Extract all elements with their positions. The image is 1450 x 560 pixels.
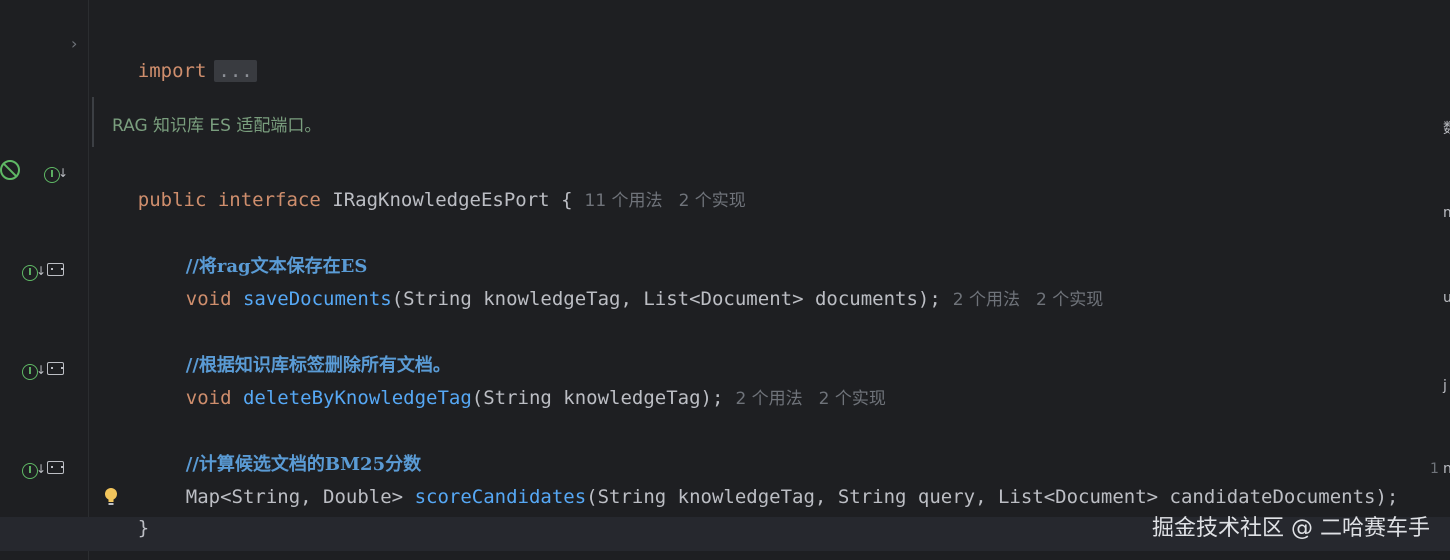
right-edge-fragment: u [1443, 290, 1450, 306]
method-comment: //将rag文本保存在ES [185, 256, 368, 277]
implementations-hint[interactable]: 2 个实现 [819, 389, 886, 409]
method-implementation-icon[interactable] [47, 263, 64, 281]
right-edge-fragment: 数 [1443, 118, 1450, 138]
method-declaration-line[interactable]: Map<String, Double> scoreCandidates(Stri… [140, 455, 1399, 508]
usages-hint[interactable]: 2 个用法 [735, 389, 802, 409]
implementations-hint[interactable]: 2 个实现 [679, 191, 746, 211]
method-name: scoreCandidates [414, 486, 587, 508]
method-params: (String knowledgeTag); [471, 387, 724, 409]
chevron-right-icon[interactable]: › [71, 34, 77, 53]
no-entry-icon[interactable] [0, 160, 20, 180]
doc-comment-text: RAG 知识库 ES 适配端口。 [112, 116, 322, 136]
method-params: (String knowledgeTag, String query, List… [586, 486, 1399, 508]
method-implementation-icon[interactable] [47, 461, 64, 479]
code-editor[interactable]: › import... RAG 知识库 ES 适配端口。 I ↓ public i… [0, 0, 1450, 560]
method-implementation-icon[interactable] [47, 362, 64, 380]
implemented-interface-icon[interactable]: I ↓ [22, 362, 46, 380]
doc-comment: RAG 知识库 ES 适配端口。 [92, 97, 321, 147]
folded-imports[interactable]: ... [214, 60, 257, 82]
usages-hint[interactable]: 11 个用法 [585, 191, 663, 211]
method-declaration-line[interactable]: void saveDocuments(String knowledgeTag, … [140, 257, 1103, 310]
right-edge-fragment: j [1443, 378, 1447, 394]
method-comment: //根据知识库标签删除所有文档。 [185, 355, 451, 376]
method-params: (String knowledgeTag, List<Document> doc… [391, 288, 941, 310]
implemented-interface-icon[interactable]: I ↓ [44, 165, 68, 183]
return-type: Map<String, Double> [185, 486, 404, 508]
open-brace: { [561, 189, 573, 211]
method-name: deleteByKnowledgeTag [242, 387, 472, 409]
lightbulb-icon[interactable] [104, 487, 118, 509]
gutter-divider [88, 0, 89, 560]
interface-declaration-line[interactable]: public interface IRagKnowledgeEsPort {11… [92, 158, 746, 211]
interface-keyword: interface [217, 189, 321, 211]
implementations-hint[interactable]: 2 个实现 [1036, 290, 1103, 310]
method-comment: //计算候选文档的BM25分数 [185, 454, 422, 475]
right-edge-fragment: m [1443, 205, 1450, 221]
return-type: void [185, 387, 232, 409]
truncated-hint: 1 [1430, 461, 1439, 477]
method-name: saveDocuments [242, 288, 392, 310]
implemented-interface-icon[interactable]: I ↓ [22, 263, 46, 281]
right-edge-fragment: n [1443, 461, 1450, 477]
return-type: void [185, 288, 232, 310]
import-keyword: import [137, 60, 207, 82]
watermark: 掘金技术社区 @ 二哈赛车手 [1152, 516, 1430, 541]
usages-hint[interactable]: 2 个用法 [953, 290, 1020, 310]
implemented-interface-icon[interactable]: I ↓ [22, 461, 46, 479]
import-line[interactable]: import... [92, 29, 257, 82]
closing-brace: } [137, 517, 150, 539]
public-keyword: public [137, 189, 207, 211]
method-declaration-line[interactable]: void deleteByKnowledgeTag(String knowled… [140, 356, 886, 409]
interface-name: IRagKnowledgeEsPort [332, 189, 550, 211]
